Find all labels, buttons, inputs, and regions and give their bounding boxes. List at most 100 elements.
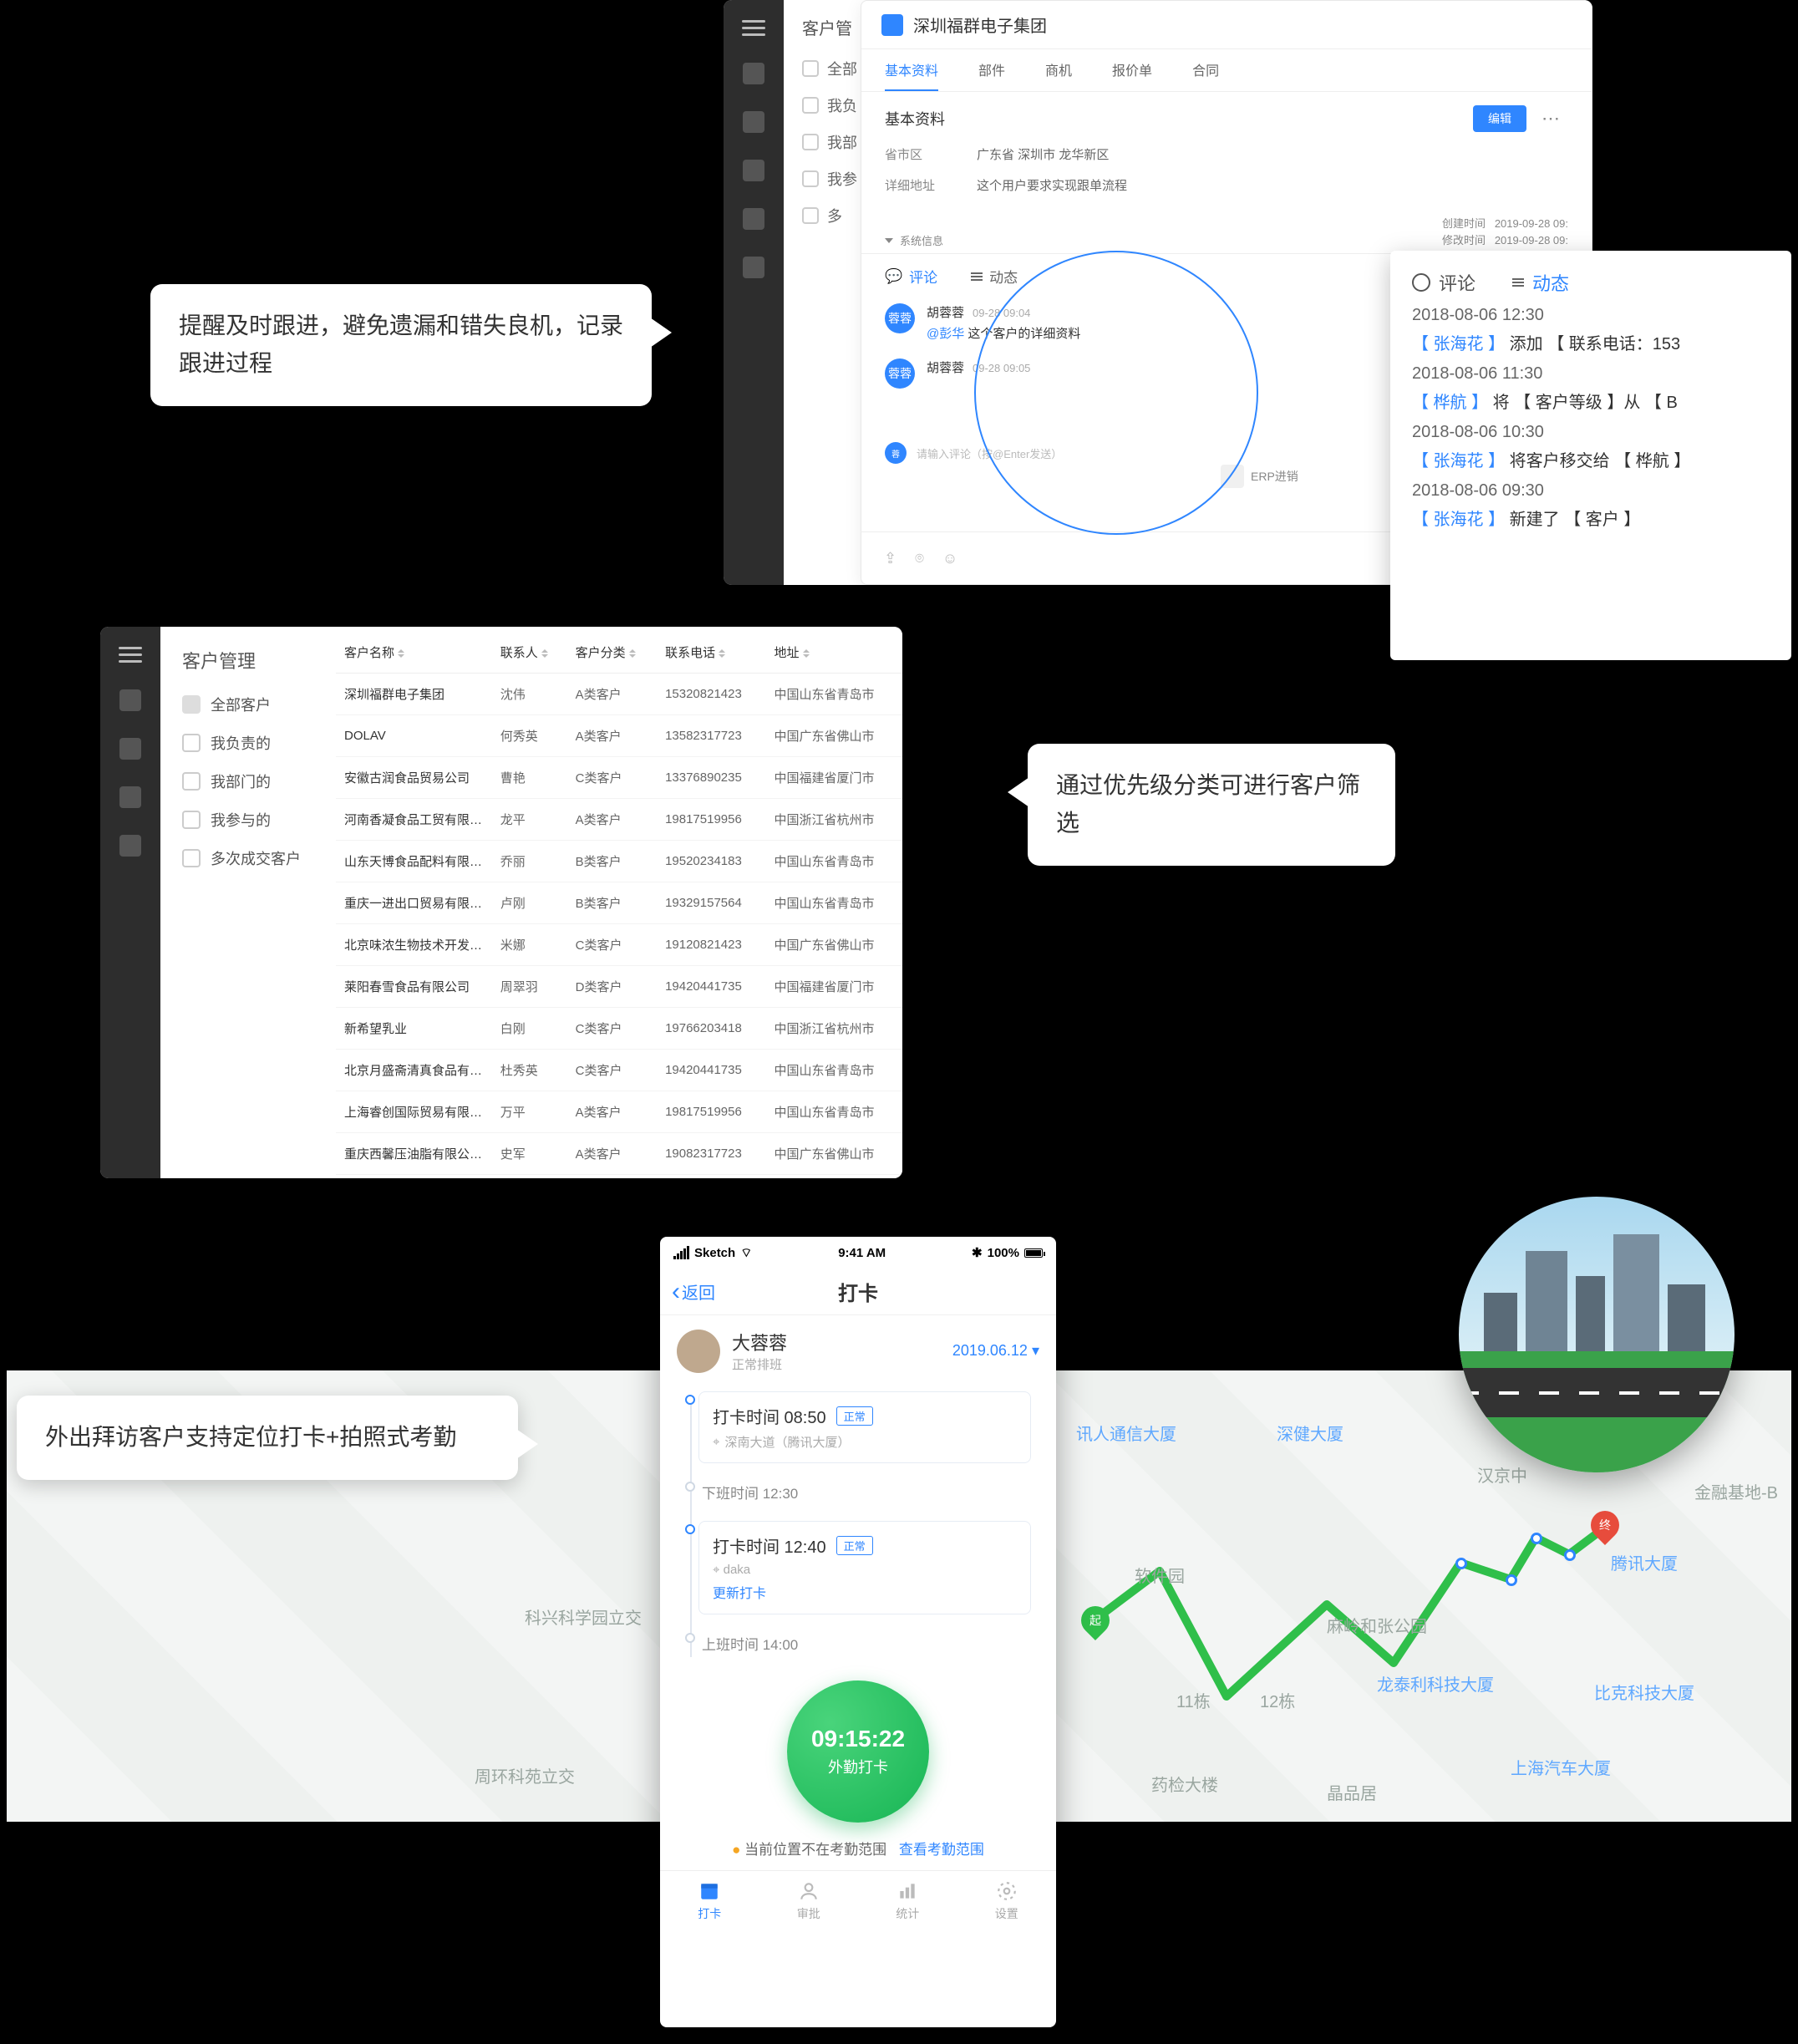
table-row[interactable]: 重庆一进出口贸易有限…卢刚B类客户19329157564中国山东省青岛市 <box>336 882 902 924</box>
nav-item[interactable]: 全部客户 <box>182 694 336 715</box>
table-row[interactable]: 希悦尔中国有限公司史敏A类客户19252926954中国福建省厦门市 <box>336 1175 902 1179</box>
column-header[interactable]: 联系人 <box>492 627 567 674</box>
route-node <box>1455 1558 1467 1569</box>
callout-text: 外出拜访客户支持定位打卡+拍照式考勤 <box>45 1424 456 1450</box>
battery-icon <box>1024 1248 1043 1258</box>
route-node <box>1531 1533 1542 1544</box>
nav-item[interactable]: 我参与的 <box>182 809 336 831</box>
more-icon[interactable]: ⋯ <box>1535 108 1568 130</box>
list-icon <box>1512 278 1524 287</box>
table-row[interactable]: 北京味浓生物技术开发…米娜C类客户19120821423中国广东省佛山市 <box>336 924 902 966</box>
nav-item[interactable]: 我部门的 <box>182 770 336 792</box>
sidebar-square[interactable] <box>743 257 764 278</box>
column-header[interactable]: 客户名称 <box>336 627 492 674</box>
signal-icon <box>673 1246 689 1259</box>
sysinfo-toggle[interactable]: 系统信息 <box>885 232 943 248</box>
table-row[interactable]: 重庆西馨压油脂有限公…史军A类客户19082317723中国广东省佛山市 <box>336 1133 902 1175</box>
timeline-dot <box>685 1633 695 1643</box>
table-row[interactable]: 安徽古润食品贸易公司曹艳C类客户13376890235中国福建省厦门市 <box>336 757 902 799</box>
callout-checkin: 外出拜访客户支持定位打卡+拍照式考勤 <box>17 1396 518 1480</box>
tab-parts[interactable]: 部件 <box>978 49 1005 91</box>
date-picker[interactable]: 2019.06.12 ▾ <box>952 1342 1039 1360</box>
chevron-down-icon <box>885 238 893 243</box>
sidebar-square[interactable] <box>743 160 764 181</box>
map-poi-label: 科兴科学园立交 <box>525 1604 642 1629</box>
comment-input-placeholder[interactable]: 请输入评论（按@Enter发送） <box>917 445 1062 461</box>
mobile-nav-bar: 返回 打卡 <box>660 1269 1056 1315</box>
sidebar-square[interactable] <box>119 835 141 857</box>
back-button[interactable]: 返回 <box>672 1279 715 1304</box>
erp-icon <box>1221 465 1244 488</box>
edit-button[interactable]: 编辑 <box>1473 105 1526 132</box>
location-warning: ● 当前位置不在考勤范围 查看考勤范围 <box>660 1838 1056 1858</box>
tab-activity[interactable]: 动态 <box>971 266 1018 287</box>
map-poi-label: 周环科苑立交 <box>475 1763 575 1787</box>
table-row[interactable]: 山东天博食品配料有限…乔丽B类客户19520234183中国山东省青岛市 <box>336 841 902 882</box>
tab-stats[interactable]: 统计 <box>858 1871 957 1930</box>
sidebar-square[interactable] <box>119 738 141 760</box>
map-poi-label: 软件园 <box>1135 1563 1185 1587</box>
tab-contract[interactable]: 合同 <box>1192 49 1219 91</box>
sidebar-square[interactable] <box>743 111 764 133</box>
table-row[interactable]: 莱阳春雪食品有限公司周翠羽D类客户19420441735中国福建省厦门市 <box>336 966 902 1008</box>
callout-followup: 提醒及时跟进，避免遗漏和错失良机，记录跟进过程 <box>150 284 652 406</box>
nav-item[interactable]: 多次成交客户 <box>182 847 336 869</box>
table-row[interactable]: 上海睿创国际贸易有限…万平A类客户19817519956中国山东省青岛市 <box>336 1091 902 1133</box>
tab-quote[interactable]: 报价单 <box>1112 49 1152 91</box>
tab-settings[interactable]: 设置 <box>957 1871 1057 1930</box>
tab-opportunity[interactable]: 商机 <box>1045 49 1072 91</box>
customer-list-window: 客户管理 全部客户 我负责的 我部门的 我参与的 多次成交客户 客户名称联系人客… <box>100 627 902 1178</box>
tab-bar: 打卡 审批 统计 设置 <box>660 1870 1056 1930</box>
update-checkin-link[interactable]: 更新打卡 <box>713 1582 766 1602</box>
callout-text: 提醒及时跟进，避免遗漏和错失良机，记录跟进过程 <box>179 313 623 376</box>
table-row[interactable]: DOLAV何秀英A类客户13582317723中国广东省佛山市 <box>336 715 902 757</box>
callout-filter: 通过优先级分类可进行客户筛选 <box>1028 744 1395 866</box>
table-row[interactable]: 新希望乳业白刚C类客户19766203418中国浙江省杭州市 <box>336 1008 902 1050</box>
nav-item[interactable]: 我负责的 <box>182 732 336 754</box>
map-poi-label: 药检大楼 <box>1151 1772 1218 1796</box>
customer-nav: 客户管理 全部客户 我负责的 我部门的 我参与的 多次成交客户 <box>160 627 336 1178</box>
chart-icon <box>896 1880 918 1902</box>
upload-icon[interactable]: ⇪ <box>884 550 896 567</box>
column-header[interactable]: 联系电话 <box>657 627 765 674</box>
timeline-dot <box>685 1395 695 1405</box>
tab-approval[interactable]: 审批 <box>759 1871 859 1930</box>
app-sidebar <box>724 0 784 585</box>
sidebar-square[interactable] <box>119 786 141 808</box>
wifi-icon: ⌔ <box>740 1245 752 1261</box>
table-row[interactable]: 北京月盛斋清真食品有…杜秀英C类客户19420441735中国山东省青岛市 <box>336 1050 902 1091</box>
map-poi-label: 12栋 <box>1260 1688 1295 1712</box>
tab-basic[interactable]: 基本资料 <box>885 49 938 91</box>
attach-icon[interactable]: ⌾ <box>915 550 924 567</box>
map-poi-label: 腾讯大厦 <box>1611 1550 1678 1574</box>
emoji-icon[interactable]: ☺ <box>942 550 957 567</box>
view-range-link[interactable]: 查看考勤范围 <box>899 1842 984 1858</box>
sidebar-square[interactable] <box>743 208 764 230</box>
sidebar-square[interactable] <box>743 63 764 84</box>
checkin-button[interactable]: 09:15:22 外勤打卡 <box>787 1680 929 1823</box>
erp-link[interactable]: ERP进销 <box>1221 465 1298 488</box>
sidebar-square[interactable] <box>119 689 141 711</box>
tab-comments[interactable]: 💬 评论 <box>885 266 937 287</box>
feed-tab-comments[interactable]: 评论 <box>1412 269 1475 296</box>
feed-item: 2018-08-06 11:30【 桦航 】 将 【 客户等级 】从 【 B <box>1412 364 1770 413</box>
map-poi-label: 晶品居 <box>1327 1780 1377 1804</box>
window-title: 深圳福群电子集团 <box>913 13 1047 37</box>
menu-icon[interactable] <box>742 20 765 36</box>
table-row[interactable]: 深圳福群电子集团沈伟A类客户15320821423中国山东省青岛市 <box>336 674 902 715</box>
table-row[interactable]: 河南香凝食品工贸有限…龙平A类客户19817519956中国浙江省杭州市 <box>336 799 902 841</box>
field-row: 详细地址 这个用户要求实现跟单流程 <box>861 170 1592 201</box>
map-poi-label: 上海汽车大厦 <box>1511 1755 1611 1779</box>
status-badge: 正常 <box>836 1406 873 1426</box>
column-header[interactable]: 客户分类 <box>567 627 657 674</box>
feed-tab-activity[interactable]: 动态 <box>1512 269 1569 296</box>
timeline-item: 下班时间 12:30 <box>698 1478 1031 1506</box>
mobile-checkin-screen: Sketch ⌔ 9:41 AM ✱ 100% 返回 打卡 大蓉蓉 正常排班 2… <box>660 1237 1056 2027</box>
avatar: 蓉蓉 <box>885 303 915 333</box>
column-header[interactable]: 地址 <box>766 627 902 674</box>
app-icon <box>881 14 903 36</box>
tab-checkin[interactable]: 打卡 <box>660 1871 759 1930</box>
route-end-pin: 终 <box>1591 1511 1619 1539</box>
bluetooth-icon: ✱ <box>972 1245 983 1260</box>
menu-icon[interactable] <box>119 647 142 663</box>
